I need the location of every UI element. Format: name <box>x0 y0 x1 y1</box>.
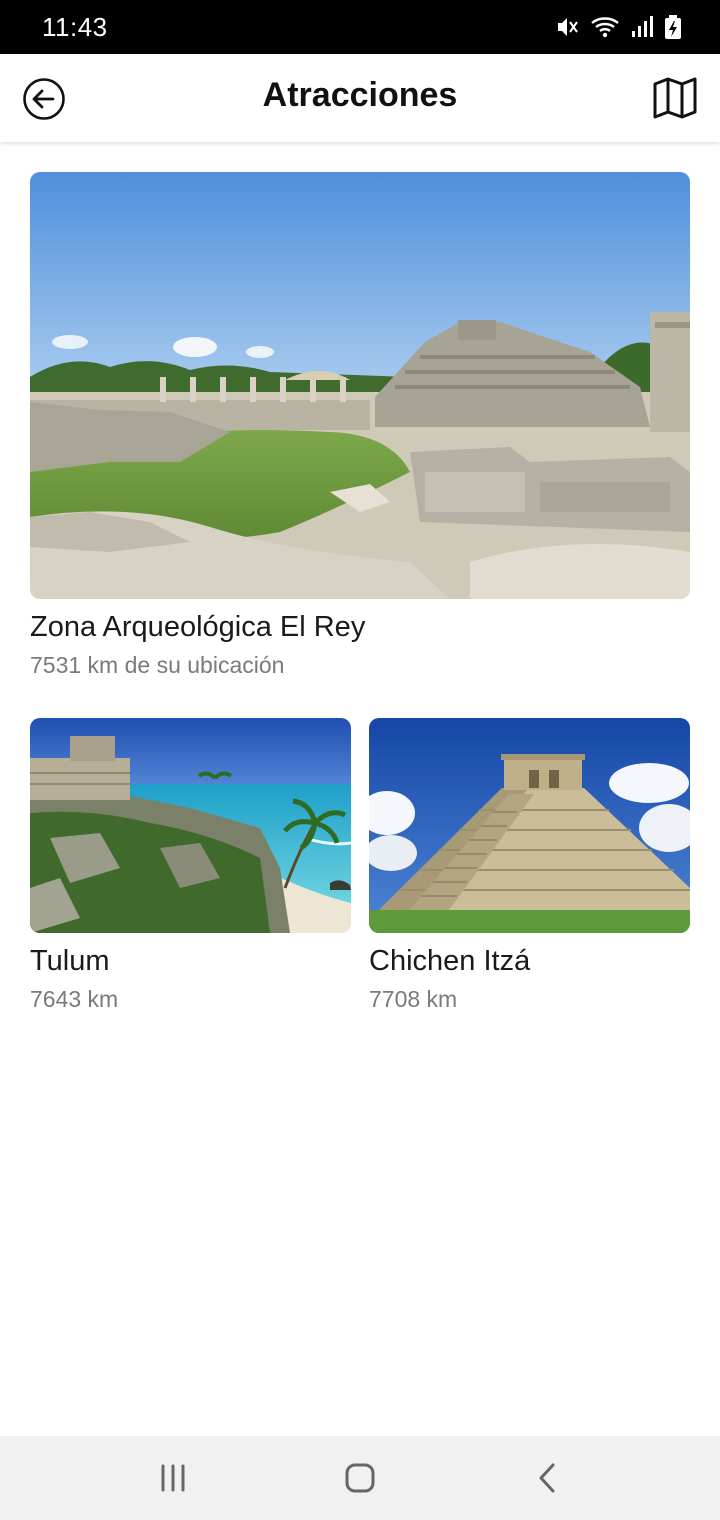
attraction-distance: 7708 km <box>369 986 458 1012</box>
battery-charging-icon <box>664 14 682 40</box>
app-bar: Atracciones <box>0 54 720 142</box>
signal-icon <box>630 14 654 40</box>
recents-button[interactable] <box>153 1458 193 1498</box>
home-icon <box>345 1463 375 1493</box>
mute-icon <box>554 14 580 40</box>
attraction-card[interactable]: Chichen Itzá 7708 km <box>369 718 690 1013</box>
el-rey-ruins-photo <box>30 172 690 599</box>
attraction-distance: 7531 km de su ubicación <box>30 652 285 678</box>
attraction-card[interactable]: Zona Arqueológica El Rey 7531 km de su u… <box>30 172 690 679</box>
wifi-icon <box>590 14 620 40</box>
attraction-name: Tulum <box>30 945 110 977</box>
nav-back-button[interactable] <box>528 1458 568 1498</box>
attraction-card[interactable]: Tulum 7643 km <box>30 718 351 1013</box>
status-bar: 11:43 <box>0 0 720 54</box>
back-icon <box>539 1463 555 1493</box>
map-button[interactable] <box>652 75 698 121</box>
recents-icon <box>161 1464 185 1492</box>
attraction-distance: 7643 km <box>30 986 119 1012</box>
system-nav-bar <box>0 1436 720 1520</box>
tulum-photo <box>30 718 351 933</box>
attraction-name: Zona Arqueológica El Rey <box>30 611 366 643</box>
chichen-itza-photo <box>369 718 690 933</box>
home-button[interactable] <box>340 1458 380 1498</box>
status-time: 11:43 <box>42 12 108 42</box>
attraction-name: Chichen Itzá <box>369 945 531 977</box>
map-icon <box>653 77 697 119</box>
status-icons <box>554 14 682 40</box>
page-title: Atracciones <box>262 76 458 114</box>
